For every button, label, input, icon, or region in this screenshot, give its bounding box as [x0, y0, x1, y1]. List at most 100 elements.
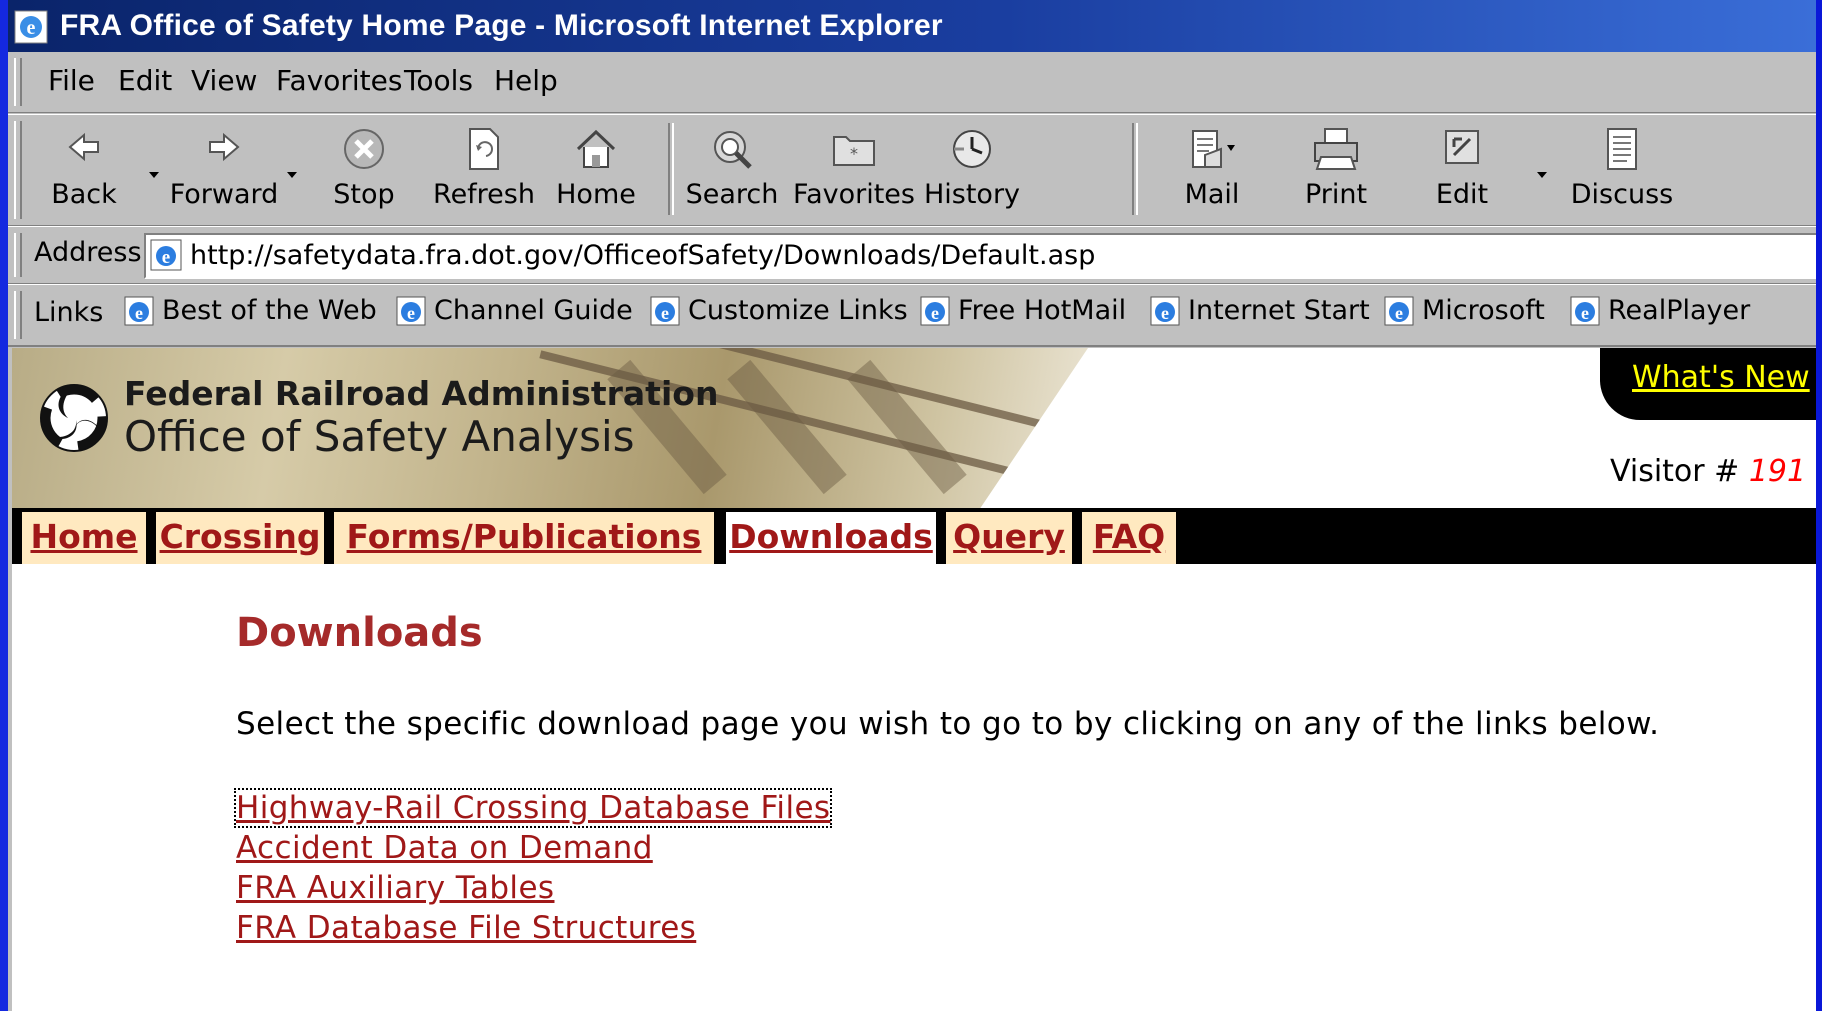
nav-tab-home[interactable]: Home — [22, 512, 151, 564]
links-label: Links — [34, 297, 104, 328]
download-link-accident-data[interactable]: Accident Data on Demand — [236, 830, 653, 866]
print-label: Print — [1304, 179, 1368, 210]
menu-view[interactable]: View — [191, 64, 257, 97]
svg-text:e: e — [1161, 303, 1169, 323]
back-dropdown-icon[interactable] — [146, 167, 162, 183]
mail-icon — [1192, 130, 1235, 168]
menu-tools[interactable]: Tools — [404, 64, 473, 97]
download-link-file-structures[interactable]: FRA Database File Structures — [236, 910, 696, 946]
favorites-folder-icon: * — [833, 136, 875, 166]
menu-help[interactable]: Help — [494, 64, 558, 97]
dot-triskelion-logo-icon — [40, 384, 108, 452]
page-title: Downloads — [236, 610, 483, 656]
link-label: Channel Guide — [434, 295, 633, 326]
menu-bar: File Edit View Favorites Tools Help — [8, 52, 1816, 113]
download-link-crossing-database[interactable]: Highway-Rail Crossing Database Files — [233, 788, 833, 828]
link-best-of-the-web[interactable]: e Best of the Web — [124, 295, 377, 335]
menu-favorites[interactable]: Favorites — [276, 64, 402, 97]
link-label: RealPlayer — [1608, 295, 1751, 326]
link-internet-start[interactable]: e Internet Start — [1150, 295, 1370, 335]
address-field[interactable]: e — [144, 233, 1816, 279]
svg-text:e: e — [661, 303, 669, 323]
visitor-label: Visitor # — [1610, 454, 1740, 489]
ie-link-icon: e — [1150, 296, 1180, 325]
standard-toolbar: Back Forward Stop Refresh Home Search * … — [8, 114, 1816, 226]
link-channel-guide[interactable]: e Channel Guide — [396, 295, 633, 335]
ie-link-icon: e — [650, 296, 680, 325]
link-label: Free HotMail — [958, 295, 1127, 326]
printer-icon — [1314, 128, 1358, 170]
ie-link-icon: e — [1570, 296, 1600, 325]
refresh-label: Refresh — [433, 179, 535, 210]
addressbar-grip[interactable] — [14, 233, 22, 277]
ie-logo-icon: e — [14, 10, 48, 44]
site-banner: Federal Railroad Administration Office o… — [12, 348, 1816, 508]
menubar-grip[interactable] — [14, 58, 22, 106]
link-free-hotmail[interactable]: e Free HotMail — [920, 295, 1126, 335]
forward-dropdown-icon[interactable] — [284, 167, 300, 183]
whats-new-link[interactable]: What's New — [1632, 360, 1810, 395]
nav-tab-downloads[interactable]: Downloads — [726, 512, 941, 564]
menu-edit[interactable]: Edit — [118, 64, 172, 97]
nav-tab-faq[interactable]: FAQ — [1082, 512, 1181, 564]
refresh-button[interactable]: Refresh — [422, 121, 546, 217]
nav-tab-forms-publications[interactable]: Forms/Publications — [334, 512, 719, 564]
link-label: Microsoft — [1422, 295, 1545, 326]
svg-text:e: e — [1395, 303, 1403, 323]
svg-text:e: e — [27, 17, 36, 39]
back-button[interactable]: Back — [22, 121, 146, 217]
nav-tab-crossing[interactable]: Crossing — [156, 512, 329, 564]
ie-link-icon: e — [124, 296, 154, 325]
links-bar: Links e Best of the Web e Channel Guide eC… — [8, 284, 1816, 347]
rail-tie — [847, 359, 967, 495]
history-label: History — [923, 179, 1021, 210]
svg-text:e: e — [407, 303, 415, 323]
back-label: Back — [51, 179, 117, 210]
page-content: Federal Railroad Administration Office o… — [12, 348, 1816, 1011]
url-input[interactable] — [190, 237, 1790, 273]
visitor-counter: Visitor # 191 — [1610, 454, 1806, 489]
edit-page-icon — [1445, 130, 1479, 164]
visitor-number: 191 — [1748, 454, 1807, 489]
home-button[interactable]: Home — [534, 121, 658, 217]
favorites-button[interactable]: * Favorites — [792, 121, 916, 217]
forward-arrow-icon — [209, 132, 240, 162]
forward-label: Forward — [169, 179, 279, 210]
toolbar-grip[interactable] — [14, 121, 22, 219]
forward-button[interactable]: Forward — [162, 121, 286, 217]
linksbar-grip[interactable] — [14, 291, 22, 339]
home-label: Home — [556, 179, 636, 210]
link-label: Best of the Web — [162, 295, 377, 326]
title-bar: e FRA Office of Safety Home Page - Micro… — [8, 0, 1816, 52]
address-bar: Address e — [8, 226, 1816, 284]
history-button[interactable]: History — [910, 121, 1034, 217]
svg-text:*: * — [850, 144, 858, 163]
discuss-icon — [1607, 128, 1637, 170]
mail-button[interactable]: Mail — [1150, 121, 1274, 217]
link-realplayer[interactable]: e RealPlayer — [1570, 295, 1750, 335]
refresh-icon — [469, 128, 499, 170]
svg-text:e: e — [931, 303, 939, 323]
search-button[interactable]: Search — [670, 121, 794, 217]
agency-name: Federal Railroad Administration — [124, 374, 719, 413]
back-arrow-icon — [68, 132, 99, 162]
ie-page-icon: e — [150, 239, 182, 271]
mail-label: Mail — [1184, 179, 1240, 210]
download-link-auxiliary-tables[interactable]: FRA Auxiliary Tables — [236, 870, 554, 906]
link-label: Customize Links — [688, 295, 908, 326]
link-customize-links[interactable]: e Customize Links — [650, 295, 908, 335]
search-label: Search — [685, 179, 779, 210]
menu-file[interactable]: File — [48, 64, 95, 97]
edit-button[interactable]: Edit — [1400, 121, 1524, 217]
edit-dropdown-icon[interactable] — [1534, 167, 1550, 183]
nav-tab-query[interactable]: Query — [946, 512, 1077, 564]
print-button[interactable]: Print — [1274, 121, 1398, 217]
search-icon — [714, 131, 752, 169]
discuss-label: Discuss — [1570, 179, 1674, 210]
stop-button[interactable]: Stop — [302, 121, 426, 217]
link-microsoft[interactable]: e Microsoft — [1384, 295, 1545, 335]
discuss-button[interactable]: Discuss — [1560, 121, 1684, 217]
office-name: Office of Safety Analysis — [124, 412, 635, 461]
intro-text: Select the specific download page you wi… — [236, 706, 1660, 742]
svg-text:e: e — [162, 247, 170, 268]
